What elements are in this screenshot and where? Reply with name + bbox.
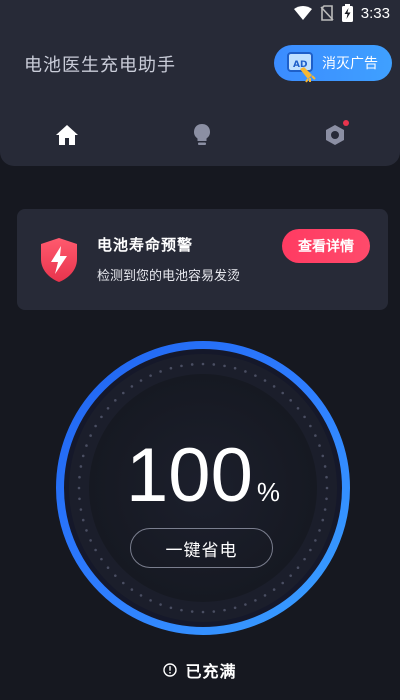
gauge-tick-dot — [309, 424, 312, 428]
gauge-tick-dot — [139, 594, 143, 597]
gauge-tick-dot — [272, 385, 276, 388]
gauge-tick-dot — [244, 603, 247, 606]
nav-tips[interactable] — [182, 118, 222, 152]
gauge-tick-dot — [130, 588, 134, 591]
nav-settings[interactable] — [315, 118, 355, 152]
gauge-tick-dot — [100, 415, 103, 419]
gauge-tick-dot — [201, 610, 205, 614]
info-icon — [163, 663, 178, 677]
gauge-tick-dot — [244, 370, 247, 373]
gauge-tick-dot — [149, 599, 152, 602]
gauge-tick-dot — [169, 606, 173, 610]
gauge-tick-dot — [106, 566, 110, 570]
battery-percent-sign: % — [256, 477, 280, 507]
gauge-tick-dot — [139, 379, 143, 382]
gauge-tick-dot — [114, 399, 117, 402]
remove-ads-button[interactable]: AD 消灭广告 — [274, 45, 392, 83]
gauge-tick-dot — [263, 379, 267, 382]
gauge-tick-dot — [149, 374, 152, 377]
clock: 3:33 — [360, 4, 390, 22]
gauge-tick-dot — [212, 610, 216, 613]
remove-ads-label: 消灭广告 — [322, 56, 378, 72]
gauge-tick-dot — [106, 406, 110, 410]
warning-title: 电池寿命预警 — [97, 236, 194, 254]
gauge-tick-dot — [114, 574, 117, 577]
gauge-tick-dot — [169, 366, 173, 370]
battery-gauge: 100% 一键省电 — [52, 337, 354, 639]
gauge-tick-dot — [321, 518, 325, 522]
hex-nut-settings-icon — [326, 125, 344, 145]
wifi-icon — [293, 6, 312, 20]
battery-percent-value: 100 — [126, 433, 253, 518]
lightbulb-icon — [194, 124, 210, 145]
view-details-button[interactable]: 查看详情 — [282, 229, 370, 263]
gauge-tick-dot — [121, 581, 125, 585]
top-nav — [0, 118, 400, 152]
charge-status-text: 已充满 — [185, 662, 237, 681]
gauge-tick-dot — [159, 370, 162, 373]
gauge-tick-dot — [223, 608, 226, 612]
gauge-tick-dot — [212, 363, 216, 366]
gauge-tick-dot — [263, 594, 267, 597]
status-bar: 3:33 — [0, 0, 400, 26]
gauge-tick-dot — [85, 529, 88, 532]
warning-message: 检测到您的电池容易发烫 — [97, 269, 241, 284]
gauge-tick-dot — [190, 363, 194, 366]
gauge-tick-dot — [303, 557, 306, 561]
gauge-tick-dot — [159, 603, 162, 606]
battery-percent: 100% — [52, 432, 354, 519]
gauge-tick-dot — [289, 574, 292, 577]
gauge-tick-dot — [272, 588, 276, 591]
one-tap-save-button[interactable]: 一键省电 — [130, 528, 273, 568]
gauge-tick-dot — [89, 539, 92, 542]
gauge-tick-dot — [121, 391, 125, 395]
gauge-tick-dot — [296, 566, 300, 570]
gauge-tick-dot — [309, 548, 312, 552]
gauge-tick-dot — [254, 599, 257, 602]
charge-status: 已充满 — [0, 657, 400, 683]
gauge-tick-dot — [94, 424, 97, 428]
gauge-tick-dot — [281, 391, 285, 395]
shield-lightning-icon — [39, 237, 79, 283]
no-sim-icon — [320, 5, 334, 21]
gauge-tick-dot — [201, 362, 205, 366]
gauge-tick-dot — [233, 606, 237, 610]
gauge-tick-dot — [281, 581, 285, 585]
gauge-tick-dot — [314, 539, 317, 542]
gauge-tick-dot — [180, 608, 183, 612]
nav-home[interactable] — [47, 118, 87, 152]
gauge-tick-dot — [223, 364, 226, 368]
gauge-tick-dot — [94, 548, 97, 552]
gauge-tick-dot — [303, 415, 306, 419]
home-icon — [56, 125, 78, 145]
gauge-tick-dot — [296, 406, 300, 410]
gauge-tick-dot — [233, 366, 237, 370]
notification-dot — [343, 120, 349, 126]
gauge-tick-dot — [180, 364, 183, 368]
gauge-tick-dot — [100, 557, 103, 561]
gauge-tick-dot — [81, 518, 85, 522]
app-title: 电池医生充电助手 — [24, 55, 176, 76]
gauge-tick-dot — [289, 399, 292, 402]
gauge-tick-dot — [190, 610, 194, 613]
battery-warning-card[interactable]: 电池寿命预警 检测到您的电池容易发烫 查看详情 — [17, 209, 388, 310]
gauge-tick-dot — [254, 374, 257, 377]
battery-charging-icon — [341, 4, 353, 22]
gauge-tick-dot — [318, 529, 321, 532]
gauge-tick-dot — [130, 385, 134, 388]
ad-card-icon: AD — [284, 47, 320, 83]
